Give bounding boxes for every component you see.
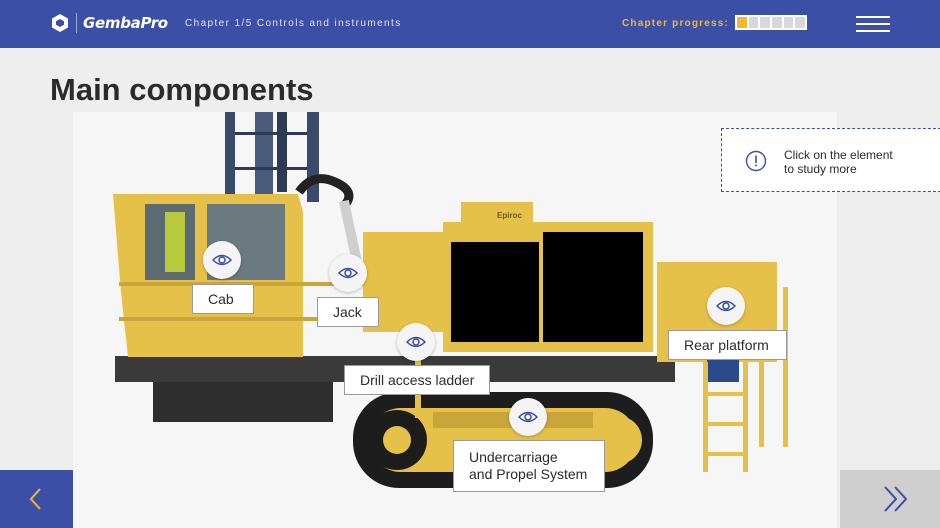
progress-segment [772, 17, 782, 28]
menu-button[interactable] [856, 14, 890, 34]
brand-plate-text: Epiroc [497, 211, 522, 220]
brand-name: GembaPro [83, 14, 168, 32]
hexagon-logo-icon [52, 14, 68, 32]
progress-segment [748, 17, 759, 28]
chevron-left-icon [29, 488, 41, 510]
eye-icon [406, 336, 426, 348]
hotspot-drill-access-ladder-button[interactable] [397, 323, 435, 361]
chapter-title: Chapter 1/5 Controls and instruments [185, 18, 402, 29]
eye-icon [716, 300, 736, 312]
hint-box: Click on the element to study more [721, 128, 940, 192]
double-chevron-right-icon [884, 486, 908, 512]
progress-segment [795, 17, 806, 28]
previous-button[interactable] [0, 470, 73, 528]
chapter-progress-bar [735, 15, 807, 30]
next-button[interactable] [840, 470, 940, 528]
label-undercarriage-and-propel-system[interactable]: Undercarriage and Propel System [453, 440, 605, 492]
progress-label: Chapter progress: [622, 18, 730, 29]
hotspot-jack-button[interactable] [329, 254, 367, 292]
hint-text: Click on the element to study more [784, 148, 893, 176]
hotspot-cab-button[interactable] [203, 241, 241, 279]
logo-divider [76, 13, 77, 33]
progress-segment [760, 17, 771, 28]
hotspot-rear-platform-button[interactable] [707, 287, 745, 325]
label-drill-access-ladder[interactable]: Drill access ladder [344, 365, 490, 395]
hotspot-undercarriage-button[interactable] [509, 398, 547, 436]
exclamation-circle-icon [745, 150, 767, 172]
label-jack[interactable]: Jack [317, 297, 379, 327]
eye-icon [518, 411, 538, 423]
eye-icon [212, 254, 232, 266]
label-rear-platform[interactable]: Rear platform [668, 330, 787, 360]
eye-icon [338, 267, 358, 279]
top-bar: GembaPro Chapter 1/5 Controls and instru… [0, 0, 940, 48]
progress-segment [783, 17, 794, 28]
brand-logo[interactable]: GembaPro [50, 13, 168, 33]
page-title: Main components [50, 72, 314, 107]
label-cab[interactable]: Cab [192, 284, 254, 314]
progress-segment [737, 17, 747, 28]
